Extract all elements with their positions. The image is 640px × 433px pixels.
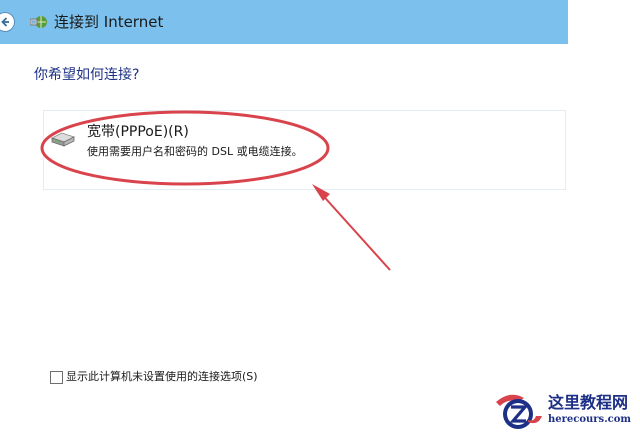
network-connection-icon [30,16,47,28]
show-unset-options-checkbox[interactable] [50,371,63,384]
watermark-name: 这里教程网 [548,393,629,412]
watermark-url: herecours.com [548,414,632,425]
show-unset-options-label: 显示此计算机未设置使用的连接选项(S) [66,370,258,383]
window-title: 连接到 Internet [54,13,164,31]
back-button[interactable] [0,12,15,32]
option-description: 使用需要用户名和密码的 DSL 或电缆连接。 [87,145,303,158]
connection-question: 你希望如何连接? [34,67,140,83]
watermark-logo-icon [496,394,542,429]
network-modem-icon [50,132,76,147]
watermark: 这里教程网 herecours.com [490,390,640,433]
annotation-overlay [40,110,391,271]
title-bar: 连接到 Internet [0,0,568,44]
annotation-arrow-line [317,189,391,271]
back-arrow-icon [1,17,9,27]
option-title: 宽带(PPPoE)(R) [87,124,189,140]
